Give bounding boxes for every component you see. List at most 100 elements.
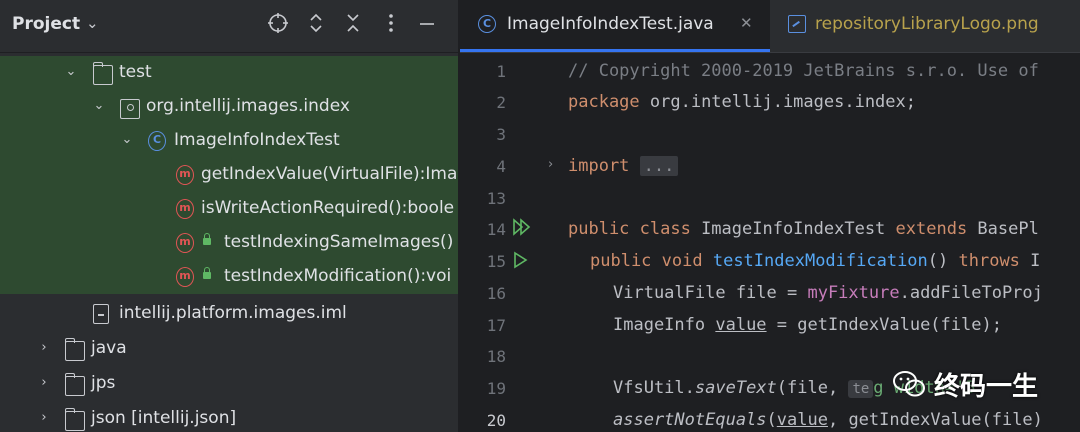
chevron-down-icon[interactable]: ⌄	[92, 98, 106, 113]
tree-node-label: testIndexModification():voi	[224, 266, 452, 286]
tree-node-method[interactable]: m getIndexValue(VirtualFile):Ima	[0, 158, 458, 192]
tree-node-label: ImageInfoIndexTest	[174, 130, 340, 150]
tree-node-method[interactable]: m isWriteActionRequired():boole	[0, 192, 458, 226]
chevron-down-icon[interactable]: ⌄	[64, 64, 78, 79]
keyword: public void	[590, 251, 703, 271]
tab-repositorylibrarylogo[interactable]: repositoryLibraryLogo.png	[772, 0, 1080, 52]
more-icon[interactable]	[378, 12, 404, 38]
keyword: extends	[895, 219, 968, 239]
tree-node-java[interactable]: › java	[0, 332, 458, 366]
field-name: myFixture	[807, 283, 900, 303]
tree-node-test-method[interactable]: m testIndexingSameImages()	[0, 226, 458, 260]
code-text: (	[766, 410, 777, 430]
class-icon: C	[478, 15, 496, 33]
class-name: ImageInfoIndexTest	[690, 219, 896, 239]
line-number: 14	[486, 220, 506, 239]
line-number: 18	[486, 347, 506, 366]
test-method-icon: m	[176, 267, 194, 287]
code-text: (file,	[776, 378, 849, 398]
method-icon: m	[176, 199, 194, 219]
code-line: public class ImageInfoIndexTest extends …	[568, 219, 1039, 239]
tree-node-iml[interactable]: intellij.platform.images.iml	[0, 297, 458, 331]
fold-expand-icon[interactable]: ›	[548, 157, 553, 172]
class-icon: C	[148, 131, 166, 151]
package-icon	[120, 99, 140, 119]
folded-imports[interactable]: ...	[639, 156, 679, 176]
tree-node-test[interactable]: ⌄ test	[0, 56, 458, 90]
line-number: 3	[496, 125, 506, 144]
wechat-icon	[893, 371, 925, 397]
code-line: public void testIndexModification() thro…	[590, 251, 1040, 271]
tree-node-json[interactable]: › json [intellij.json]	[0, 402, 458, 432]
code-line: import ...	[568, 156, 679, 176]
tree-node-label: jps	[91, 373, 116, 393]
collapse-all-icon[interactable]	[340, 12, 366, 38]
code-line: // Copyright 2000-2019 JetBrains s.r.o. …	[568, 61, 1039, 81]
test-method-icon: m	[176, 233, 194, 253]
run-all-tests-icon[interactable]	[512, 218, 532, 240]
project-panel-title[interactable]: Project	[12, 14, 80, 34]
code-text: VfsUtil.	[613, 378, 695, 398]
keyword: public class	[568, 219, 691, 239]
code-text: ImageInfo	[613, 315, 716, 335]
tree-node-label: test	[119, 62, 152, 82]
static-method: assertNotEquals	[613, 410, 767, 430]
chevron-right-icon[interactable]: ›	[37, 375, 51, 390]
tab-label: repositoryLibraryLogo.png	[815, 14, 1039, 34]
minimize-icon[interactable]	[414, 12, 440, 38]
code-text: = getIndexValue(file);	[766, 315, 1002, 335]
method-name: testIndexModification	[712, 251, 928, 271]
line-number: 19	[486, 379, 506, 398]
keyword: import	[568, 156, 630, 176]
method-icon: m	[176, 165, 194, 185]
code-line: VirtualFile file = myFixture.addFileToPr…	[613, 283, 1043, 303]
code-text: VirtualFile file =	[613, 283, 808, 303]
tree-node-package[interactable]: ⌄ org.intellij.images.index	[0, 90, 458, 124]
code-text: BasePl	[967, 219, 1039, 239]
tree-node-label: testIndexingSameImages()	[224, 232, 454, 252]
line-number: 16	[486, 284, 506, 303]
tree-node-jps[interactable]: › jps	[0, 367, 458, 401]
image-icon	[788, 15, 806, 33]
tree-node-label: getIndexValue(VirtualFile):Ima	[201, 164, 458, 184]
watermark-text: 终码一生	[934, 372, 1039, 402]
editor-gutter: 1 2 3 4 › 13 14 15 16 17 18 19 20	[460, 52, 560, 432]
code-line: package org.intellij.images.index;	[568, 92, 916, 112]
code-text: org.intellij.images.index;	[639, 92, 916, 112]
tree-node-test-method[interactable]: m testIndexModification():voi	[0, 260, 458, 294]
tree-node-class[interactable]: ⌄ C ImageInfoIndexTest	[0, 124, 458, 158]
chevron-down-icon[interactable]: ⌄	[120, 132, 134, 147]
keyword: throws	[958, 251, 1020, 271]
close-icon[interactable]: ✕	[740, 14, 753, 32]
crosshair-icon[interactable]	[265, 12, 291, 38]
module-folder-icon	[65, 408, 85, 431]
ide-window: Project ⌄ ⌄ test ⌄ org.intellij.images.i…	[0, 0, 1080, 432]
line-number: 1	[496, 62, 506, 81]
expand-all-icon[interactable]	[303, 12, 329, 38]
folder-icon	[93, 62, 113, 85]
static-method: saveText	[694, 378, 777, 398]
code-line: ImageInfo value = getIndexValue(file);	[613, 315, 1002, 335]
line-number: 13	[486, 189, 506, 208]
line-number: 20	[486, 411, 506, 430]
code-text: I	[1019, 251, 1041, 271]
keyword: package	[568, 92, 640, 112]
folder-icon	[65, 373, 85, 396]
parameter-hint: te	[848, 380, 874, 398]
watermark: 终码一生	[888, 366, 1080, 406]
lock-icon	[203, 233, 211, 245]
tree-node-label: java	[91, 338, 127, 358]
folder-icon	[65, 338, 85, 361]
chevron-right-icon[interactable]: ›	[37, 410, 51, 425]
variable-name: value	[715, 315, 767, 335]
tab-imageinfoindextest[interactable]: C ImageInfoIndexTest.java ✕	[460, 0, 770, 52]
tab-label: ImageInfoIndexTest.java	[507, 14, 714, 34]
chevron-down-icon[interactable]: ⌄	[86, 14, 99, 32]
editor-tabs: C ImageInfoIndexTest.java ✕ repositoryLi…	[460, 0, 1080, 53]
chevron-right-icon[interactable]: ›	[37, 340, 51, 355]
code-text: ()	[927, 251, 959, 271]
lock-icon	[203, 267, 211, 279]
tree-node-label: intellij.platform.images.iml	[119, 303, 347, 323]
run-test-icon[interactable]	[512, 251, 530, 273]
variable-name: value	[776, 410, 828, 430]
